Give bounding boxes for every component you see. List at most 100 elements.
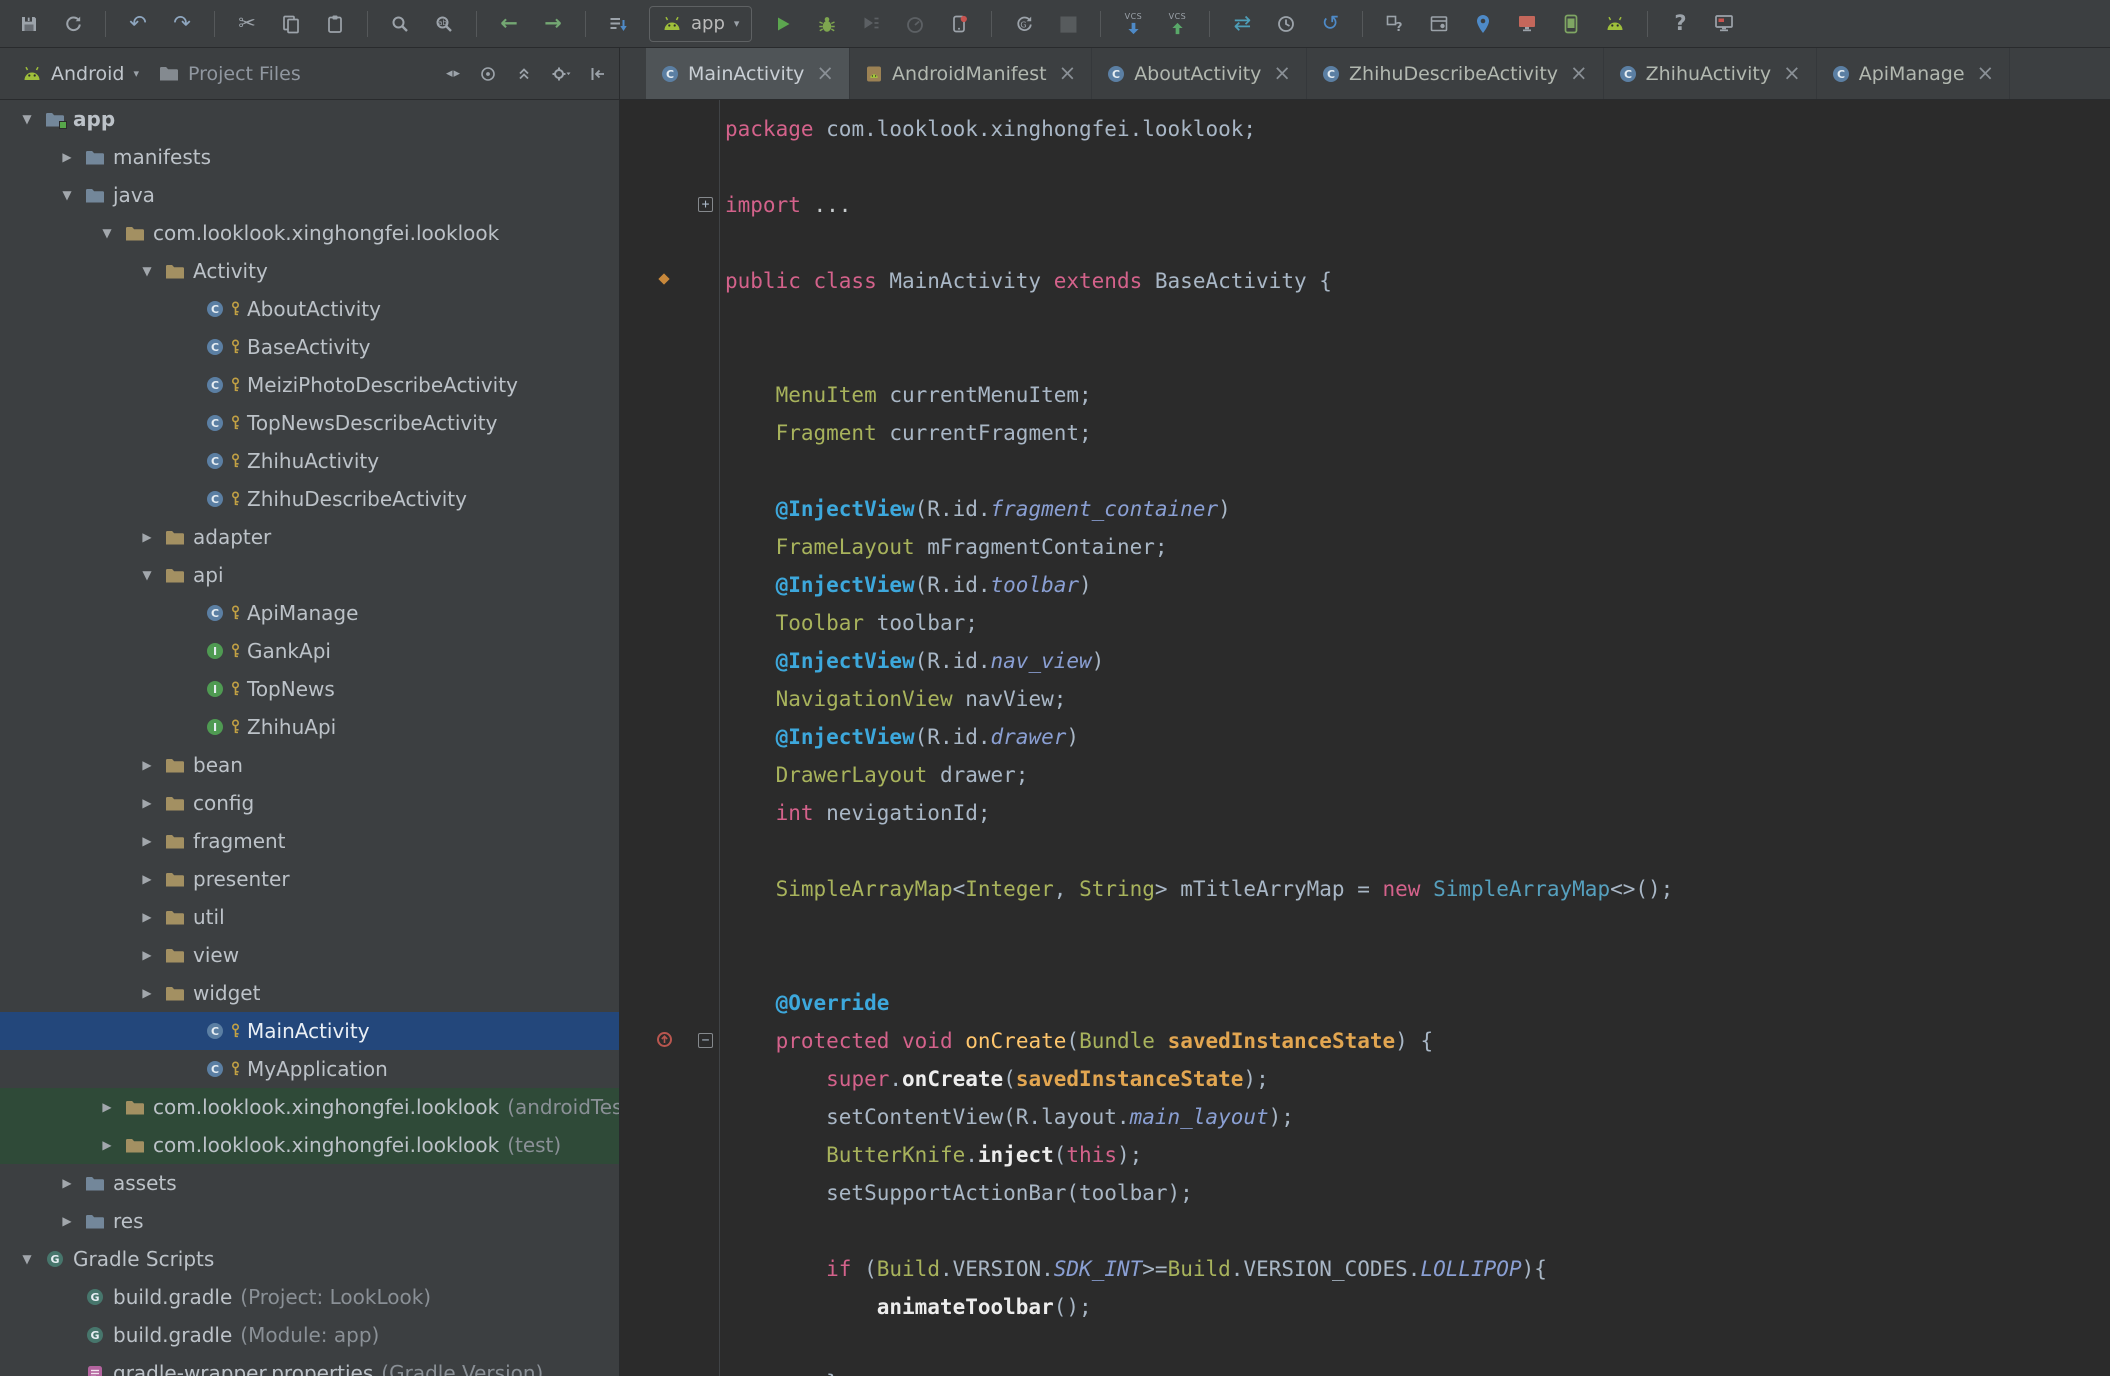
evaluate-button[interactable]: ? [1376, 6, 1414, 42]
redo-button[interactable]: ↷ [163, 6, 201, 42]
replace-button[interactable]: ab [425, 6, 463, 42]
vcs-commit-button[interactable]: VCS [1158, 6, 1196, 42]
make-project-button[interactable] [599, 6, 637, 42]
collapse-all-button[interactable] [515, 65, 533, 83]
tree-item-gradle-scripts[interactable]: ▼ G Gradle Scripts [0, 1240, 619, 1278]
tree-item-assets[interactable]: ▶ assets [0, 1164, 619, 1202]
editor-tab-apimanage[interactable]: C ApiManage × [1817, 48, 2011, 99]
tree-expand-arrow[interactable]: ▶ [132, 910, 162, 924]
project-view-tab-project-files[interactable]: Project Files [149, 48, 311, 99]
tree-collapse-arrow[interactable]: ▼ [132, 264, 162, 278]
sync-button[interactable] [54, 6, 92, 42]
help-button[interactable]: ? [1661, 6, 1699, 42]
cut-button[interactable]: ✂ [228, 6, 266, 42]
tree-item-apimanage[interactable]: C ApiManage [0, 594, 619, 632]
tree-expand-arrow[interactable]: ▶ [92, 1100, 122, 1114]
tree-item-topnews[interactable]: I TopNews [0, 670, 619, 708]
tree-expand-arrow[interactable]: ▶ [132, 758, 162, 772]
close-tab-icon[interactable]: × [1273, 63, 1291, 84]
tree-expand-arrow[interactable]: ▶ [52, 1214, 82, 1228]
debug-button[interactable] [808, 6, 846, 42]
tree-item-config[interactable]: ▶ config [0, 784, 619, 822]
tree-collapse-arrow[interactable]: ▼ [12, 112, 42, 126]
tree-collapse-arrow[interactable]: ▼ [132, 568, 162, 582]
tree-item-zhihuactivity[interactable]: C ZhihuActivity [0, 442, 619, 480]
compare-button[interactable]: ⇄ [1223, 6, 1261, 42]
project-view-tab-android[interactable]: Android ▾ [12, 48, 149, 99]
tree-item-com-looklook-xinghongfei-looklook[interactable]: ▶ com.looklook.xinghongfei.looklook (test) [0, 1126, 619, 1164]
tree-item-manifests[interactable]: ▶ manifests [0, 138, 619, 176]
locate-button[interactable] [479, 65, 497, 83]
tree-item-com-looklook-xinghongfei-looklook[interactable]: ▼ com.looklook.xinghongfei.looklook [0, 214, 619, 252]
sdk-manager-button[interactable] [1596, 6, 1634, 42]
close-tab-icon[interactable]: × [816, 63, 834, 84]
tree-item-java[interactable]: ▼ java [0, 176, 619, 214]
revert-button[interactable]: ↺ [1311, 6, 1349, 42]
close-tab-icon[interactable]: × [1570, 63, 1588, 84]
tree-item-widget[interactable]: ▶ widget [0, 974, 619, 1012]
undo-button[interactable]: ↶ [119, 6, 157, 42]
project-structure-button[interactable] [1420, 6, 1458, 42]
tree-item-view[interactable]: ▶ view [0, 936, 619, 974]
tree-item-meiziphotodescribeactivity[interactable]: C MeiziPhotoDescribeActivity [0, 366, 619, 404]
tree-item-app[interactable]: ▼ app [0, 100, 619, 138]
tree-item-build-gradle[interactable]: Gbuild.gradle (Module: app) [0, 1316, 619, 1354]
pin-button[interactable] [1464, 6, 1502, 42]
tree-expand-arrow[interactable]: ▶ [92, 1138, 122, 1152]
settings-gear-button[interactable] [551, 65, 571, 83]
tree-item-gankapi[interactable]: I GankApi [0, 632, 619, 670]
tree-item-topnewsdescribeactivity[interactable]: C TopNewsDescribeActivity [0, 404, 619, 442]
tree-item-activity[interactable]: ▼ Activity [0, 252, 619, 290]
tree-expand-arrow[interactable]: ▶ [52, 1176, 82, 1190]
device-monitor-button[interactable] [1705, 6, 1743, 42]
override-gutter-icon[interactable] [656, 1031, 673, 1052]
editor-tab-androidmanifest[interactable]: AndroidManifest × [850, 48, 1093, 99]
tree-item-bean[interactable]: ▶ bean [0, 746, 619, 784]
tree-item-gradle-wrapper-properties[interactable]: gradle-wrapper.properties (Gradle Version… [0, 1354, 619, 1376]
vcs-update-button[interactable]: VCS [1114, 6, 1152, 42]
class-marker-gutter-icon[interactable] [656, 271, 672, 291]
fold-marker[interactable]: − [698, 1033, 713, 1048]
close-tab-icon[interactable]: × [1977, 63, 1995, 84]
tree-item-com-looklook-xinghongfei-looklook[interactable]: ▶ com.looklook.xinghongfei.looklook (andro… [0, 1088, 619, 1126]
save-button[interactable] [10, 6, 48, 42]
tree-expand-arrow[interactable]: ▶ [132, 948, 162, 962]
tree-expand-arrow[interactable]: ▶ [132, 872, 162, 886]
close-tab-icon[interactable]: × [1059, 63, 1077, 84]
tree-item-presenter[interactable]: ▶ presenter [0, 860, 619, 898]
tree-expand-arrow[interactable]: ▶ [132, 834, 162, 848]
find-button[interactable] [381, 6, 419, 42]
copy-button[interactable] [272, 6, 310, 42]
gradle-sync-button[interactable]: G [1005, 6, 1043, 42]
tree-expand-arrow[interactable]: ▶ [132, 530, 162, 544]
tree-item-api[interactable]: ▼ api [0, 556, 619, 594]
tree-collapse-arrow[interactable]: ▼ [92, 226, 122, 240]
tree-expand-arrow[interactable]: ▶ [132, 796, 162, 810]
history-button[interactable] [1267, 6, 1305, 42]
tree-item-res[interactable]: ▶ res [0, 1202, 619, 1240]
editor-tab-mainactivity[interactable]: C MainActivity × [646, 48, 851, 99]
editor-tab-aboutactivity[interactable]: C AboutActivity × [1092, 48, 1308, 99]
tree-item-build-gradle[interactable]: Gbuild.gradle (Project: LookLook) [0, 1278, 619, 1316]
editor-tab-zhihuactivity[interactable]: C ZhihuActivity × [1604, 48, 1817, 99]
run-button[interactable] [764, 6, 802, 42]
tree-item-adapter[interactable]: ▶ adapter [0, 518, 619, 556]
paste-button[interactable] [316, 6, 354, 42]
close-tab-icon[interactable]: × [1783, 63, 1801, 84]
tree-item-mainactivity[interactable]: C MainActivity [0, 1012, 619, 1050]
code-editor[interactable]: package com.looklook.xinghongfei.lookloo… [620, 100, 2110, 1376]
run-config-selector[interactable]: app ▾ [649, 5, 753, 42]
editor-tab-zhihudescribeactivity[interactable]: C ZhihuDescribeActivity × [1307, 48, 1604, 99]
fold-marker[interactable]: + [698, 197, 713, 212]
tree-item-myapplication[interactable]: C MyApplication [0, 1050, 619, 1088]
back-button[interactable]: ← [490, 6, 528, 42]
monitor-button[interactable] [1508, 6, 1546, 42]
tree-item-fragment[interactable]: ▶ fragment [0, 822, 619, 860]
tree-item-zhihuapi[interactable]: I ZhihuApi [0, 708, 619, 746]
tree-item-baseactivity[interactable]: C BaseActivity [0, 328, 619, 366]
tree-collapse-arrow[interactable]: ▼ [52, 188, 82, 202]
attach-debugger-button[interactable] [940, 6, 978, 42]
avd-manager-button[interactable] [1552, 6, 1590, 42]
tree-item-util[interactable]: ▶ util [0, 898, 619, 936]
tree-collapse-arrow[interactable]: ▼ [12, 1252, 42, 1266]
